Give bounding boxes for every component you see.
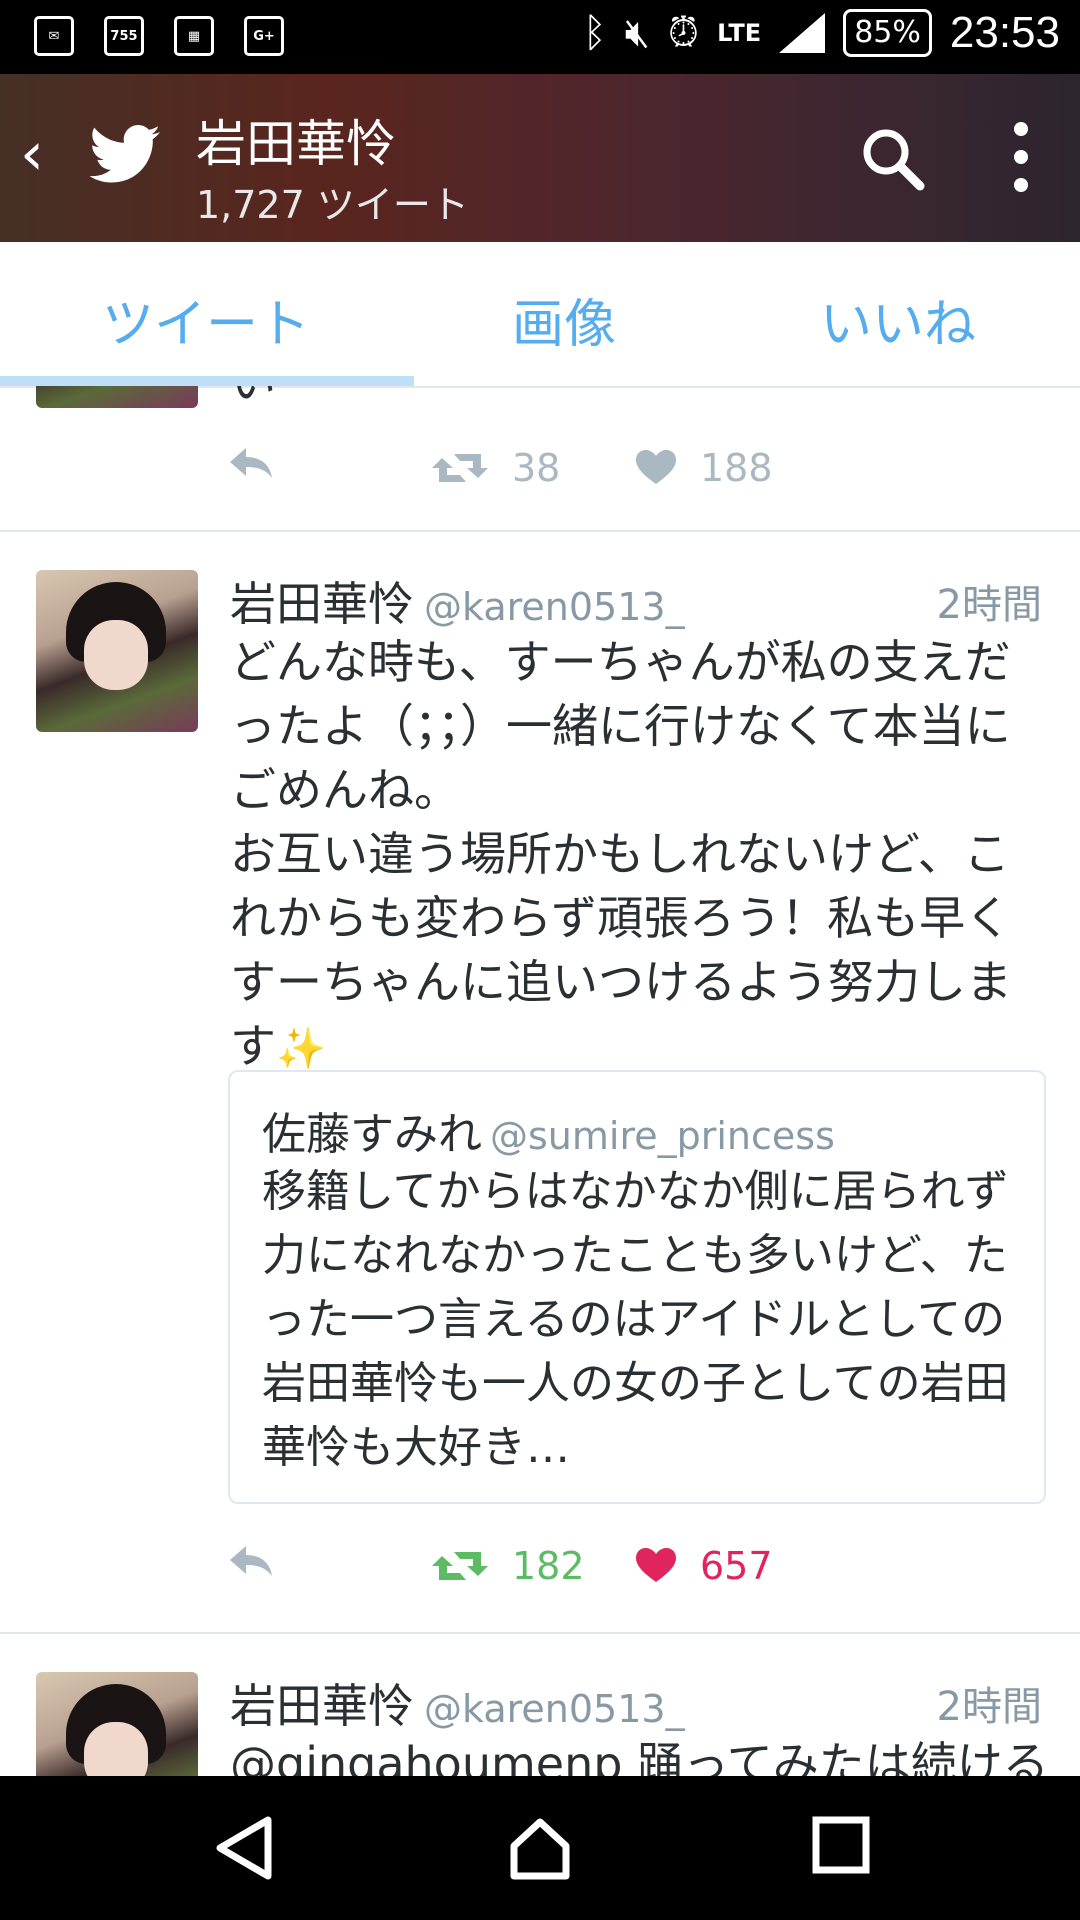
retweet-count: 182 xyxy=(512,1544,585,1588)
reply-button[interactable] xyxy=(228,446,274,480)
recents-nav-icon[interactable] xyxy=(812,1816,870,1874)
tweet-count: 1,727 ツイート xyxy=(196,183,469,227)
like-button[interactable]: 657 xyxy=(636,1544,773,1588)
active-tab-indicator xyxy=(0,376,414,386)
retweet-icon xyxy=(432,1552,488,1580)
author-handle: @karen0513_ xyxy=(424,585,685,629)
quoted-tweet[interactable]: 佐藤すみれ @sumire_princess 移籍してからはなかなか側に居られず力… xyxy=(228,1070,1046,1504)
tweet-actions: 182 657 xyxy=(228,1544,1028,1594)
profile-header: ‹ 岩田華怜 1,727 ツイート xyxy=(0,74,1080,242)
heart-icon xyxy=(636,450,676,484)
tweet-time: 2時間 xyxy=(936,582,1042,628)
retweet-button[interactable]: 182 xyxy=(432,1544,585,1588)
back-icon[interactable]: ‹ xyxy=(20,124,44,184)
calendar-icon: ▦ xyxy=(174,16,214,56)
retweet-count: 38 xyxy=(512,446,561,490)
like-button[interactable]: 188 xyxy=(636,446,773,490)
bluetooth-icon: ᛒ xyxy=(582,10,607,56)
notification-icons: ✉ 755 ▦ G+ xyxy=(34,16,284,56)
google-plus-icon: G+ xyxy=(244,16,284,56)
tab-likes[interactable]: いいね xyxy=(820,282,976,357)
avatar[interactable] xyxy=(36,570,198,732)
profile-name: 岩田華怜 xyxy=(196,115,396,173)
signal-icon xyxy=(779,13,826,53)
author-handle: @karen0513_ xyxy=(424,1687,685,1731)
retweet-icon xyxy=(432,454,488,482)
timeline[interactable]: い 38 188 岩田華怜@karen0513_ 2時間 どんな時も、すーちゃん… xyxy=(0,386,1080,1776)
avatar[interactable] xyxy=(36,386,198,408)
tweet-row[interactable]: い 38 188 xyxy=(0,386,1080,532)
home-nav-icon[interactable] xyxy=(508,1816,572,1880)
tab-tweets[interactable]: ツイート xyxy=(102,282,310,357)
755-icon: 755 xyxy=(104,16,144,56)
quoted-handle: @sumire_princess xyxy=(490,1114,835,1158)
status-bar: ✉ 755 ▦ G+ ᛒ 🔇︎ ⏰︎ LTE 85% 23:53 xyxy=(0,0,1080,74)
tweet-body: どんな時も、すーちゃんが私の支えだったよ（；；）一緒に行けなくて本当にごめんね。… xyxy=(230,630,1050,1081)
system-icons: ᛒ 🔇︎ ⏰︎ LTE 85% 23:53 xyxy=(583,8,1060,58)
quoted-author: 佐藤すみれ @sumire_princess xyxy=(262,1098,835,1162)
avatar[interactable] xyxy=(36,1672,198,1776)
clock: 23:53 xyxy=(949,8,1060,57)
mute-icon: 🔇︎ xyxy=(624,10,650,56)
sparkle-emoji: ✨ xyxy=(276,1026,326,1072)
reply-button[interactable] xyxy=(228,1544,274,1578)
tweet-author[interactable]: 岩田華怜 @karen0513_ xyxy=(230,568,685,634)
profile-tabs: ツイート 画像 いいね xyxy=(0,242,1080,388)
tweet-author[interactable]: 岩田華怜 @karen0513_ xyxy=(230,1670,685,1736)
reply-icon xyxy=(230,448,272,478)
tweet-actions: 38 188 xyxy=(228,446,1028,496)
author-name: 岩田華怜 xyxy=(230,577,414,631)
tweet-text: い xyxy=(230,386,1050,414)
author-name: 岩田華怜 xyxy=(230,1679,414,1733)
quoted-text: 移籍してからはなかなか側に居られず力になれなかったことも多いけど、たった一つ言え… xyxy=(262,1166,1009,1473)
system-nav-bar xyxy=(0,1776,1080,1920)
mail-icon: ✉ xyxy=(34,16,74,56)
heart-icon xyxy=(636,1548,676,1582)
retweet-button[interactable]: 38 xyxy=(432,446,560,490)
tweet-time: 2時間 xyxy=(936,1684,1042,1730)
more-options-icon[interactable] xyxy=(1014,122,1030,192)
tab-media[interactable]: 画像 xyxy=(512,282,616,357)
tweet-text: どんな時も、すーちゃんが私の支えだったよ（；；）一緒に行けなくて本当にごめんね。… xyxy=(230,635,1012,1073)
search-icon[interactable] xyxy=(860,126,926,192)
reply-icon xyxy=(230,1546,272,1576)
battery-indicator: 85% xyxy=(843,9,932,57)
tweet-text: @gingahoumenp 踊ってみたは続ける xyxy=(230,1737,1049,1776)
like-count: 657 xyxy=(700,1544,773,1588)
lte-label: LTE xyxy=(717,19,762,47)
like-count: 188 xyxy=(700,446,773,490)
twitter-bird-icon xyxy=(90,125,160,183)
quoted-name: 佐藤すみれ xyxy=(262,1109,482,1160)
tweet-row[interactable]: 岩田華怜 @karen0513_ 2時間 @gingahoumenp 踊ってみたは… xyxy=(0,1634,1080,1776)
alarm-icon: ⏰︎ xyxy=(667,10,700,56)
back-nav-icon[interactable] xyxy=(214,1816,274,1880)
tweet-row[interactable]: 岩田華怜 @karen0513_ 2時間 どんな時も、すーちゃんが私の支えだったよ… xyxy=(0,532,1080,1634)
